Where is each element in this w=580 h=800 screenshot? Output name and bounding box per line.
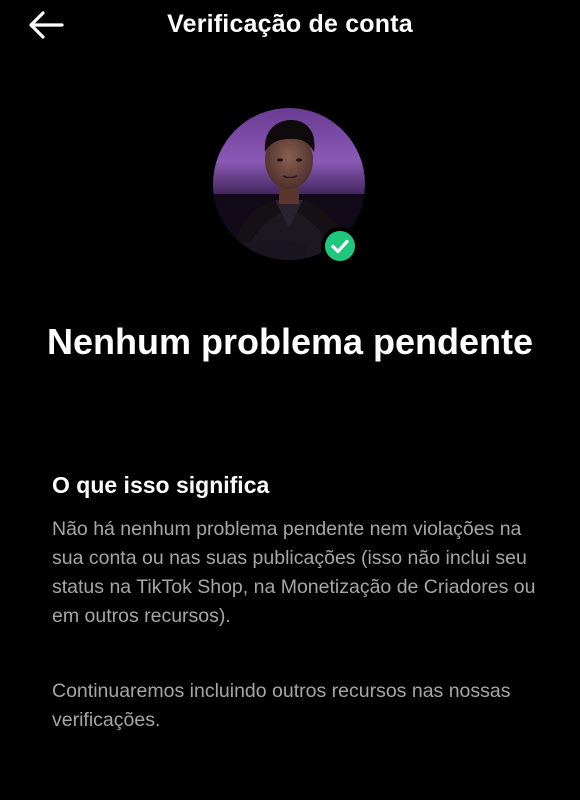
info-text: Continuaremos incluindo outros recursos …	[52, 680, 511, 731]
page-title: Verificação de conta	[167, 10, 413, 38]
top-bar: Verificação de conta	[0, 0, 580, 50]
check-icon	[325, 231, 355, 261]
section-heading: O que isso significa	[52, 472, 270, 498]
status-title: Nenhum problema pendente	[46, 321, 534, 362]
verified-badge	[321, 227, 359, 265]
profile-avatar-container	[213, 108, 365, 268]
explanation-text: Não há nenhum problema pendente nem viol…	[52, 518, 536, 627]
